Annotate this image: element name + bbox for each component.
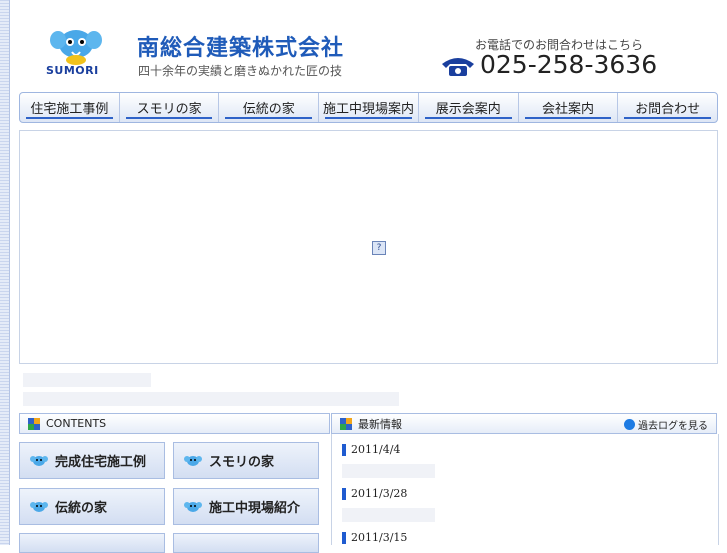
placeholder-bar [23,392,399,406]
tagline: 四十余年の実績と磨きぬかれた匠の技 [138,64,343,78]
contents-title: CONTENTS [46,417,107,430]
nav-label: スモリの家 [136,102,202,117]
circle-bullet-icon [624,419,635,430]
news-item[interactable]: 2011/3/28 [342,487,407,500]
nav-label: 住宅施工事例 [30,102,109,117]
nav-item-exhibitions[interactable]: 展示会案内 [419,93,519,122]
nav-item-traditional-house[interactable]: 伝統の家 [219,93,320,122]
company-name[interactable]: 南総合建築株式会社 [137,30,344,62]
contents-button-sumori-house[interactable]: スモリの家 [173,442,319,479]
contents-button-completed-homes[interactable]: 完成住宅施工例 [19,442,165,479]
nav-label: お問合わせ [635,102,701,117]
placeholder-bar [23,373,151,387]
nav-label: 展示会案内 [435,102,501,117]
hero-image-area: ? [19,130,718,364]
bar-bullet-icon [342,443,346,456]
contents-button[interactable] [173,533,319,553]
nav-item-sumori-house[interactable]: スモリの家 [120,93,220,122]
contents-button-construction-sites[interactable]: 施工中現場紹介 [173,488,319,525]
mascot-icon [30,455,48,466]
contents-button-label: スモリの家 [209,455,275,470]
nav-item-construction-sites[interactable]: 施工中現場案内 [319,93,419,122]
telephone-icon [442,58,474,76]
nav-label: 伝統の家 [242,102,295,117]
news-item[interactable]: 2011/3/15 [342,531,407,544]
nav-label: 会社案内 [541,102,594,117]
left-edge-stripe [0,0,10,545]
news-placeholder [342,464,435,478]
news-list: 2011/4/4 2011/3/28 2011/3/15 [331,434,719,545]
logo-text: SUMORI [46,64,99,77]
news-date: 2011/3/28 [351,487,408,500]
phone-number: 025-258-3636 [480,50,658,79]
contents-button-traditional-house[interactable]: 伝統の家 [19,488,165,525]
news-date: 2011/3/15 [351,531,408,544]
contents-button-label: 施工中現場紹介 [209,501,301,516]
news-header: 最新情報 過去ログを見る [331,413,717,434]
tiles-icon [28,417,40,430]
past-log-label: 過去ログを見る [638,421,708,432]
past-log-link[interactable]: 過去ログを見る [624,417,708,432]
nav-label: 施工中現場案内 [323,102,415,117]
contents-header: CONTENTS [19,413,330,434]
bar-bullet-icon [342,531,346,544]
nav-item-contact[interactable]: お問合わせ [618,93,717,122]
news-item[interactable]: 2011/4/4 [342,443,400,456]
broken-image-icon: ? [372,241,386,255]
mascot-icon [184,455,202,466]
tiles-icon [340,417,352,430]
nav-item-company[interactable]: 会社案内 [519,93,619,122]
bar-bullet-icon [342,487,346,500]
page: SUMORI 南総合建築株式会社 四十余年の実績と磨きぬかれた匠の技 お電話での… [10,0,727,553]
mascot-icon [184,501,202,512]
news-title: 最新情報 [358,417,402,431]
mascot-icon [30,501,48,512]
news-placeholder [342,508,435,522]
news-date: 2011/4/4 [351,443,401,456]
main-nav: 住宅施工事例 スモリの家 伝統の家 施工中現場案内 展示会案内 会社案内 お問合… [19,92,718,123]
contents-button-label: 完成住宅施工例 [55,455,147,470]
nav-item-housing-examples[interactable]: 住宅施工事例 [20,93,120,122]
contents-button-label: 伝統の家 [55,501,108,516]
contents-button[interactable] [19,533,165,553]
